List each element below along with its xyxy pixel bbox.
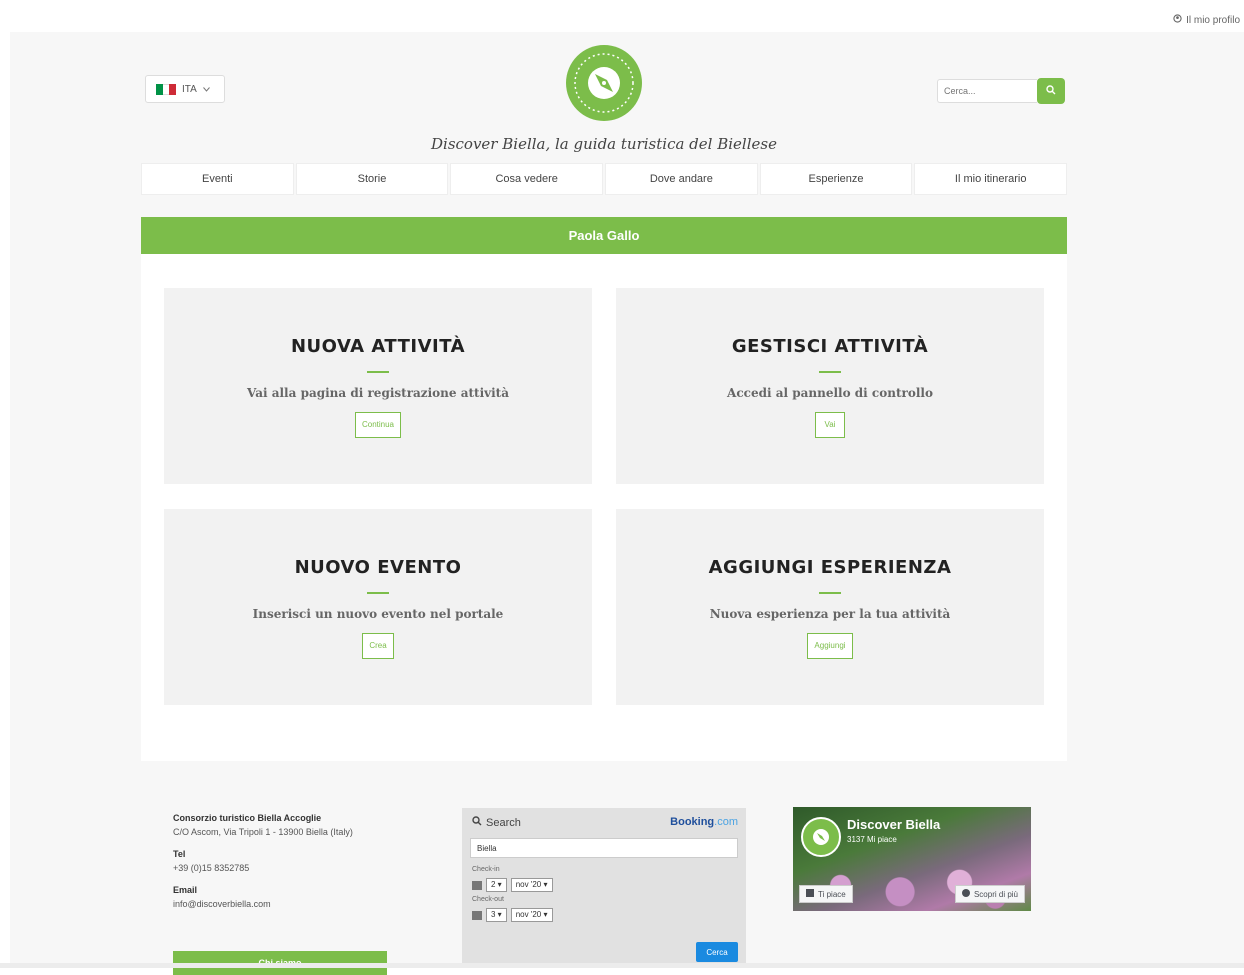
email-label: Email <box>173 885 198 895</box>
go-button[interactable]: Vai <box>815 412 845 438</box>
search-icon <box>1046 82 1056 100</box>
booking-search-label: Search <box>486 816 521 829</box>
language-selector[interactable]: ITA <box>145 75 225 103</box>
page-container: ITA Discover Biella, la guida turistica … <box>10 32 1244 975</box>
org-address: C/O Ascom, Via Tripoli 1 - 13900 Biella … <box>173 827 353 837</box>
user-icon <box>1173 14 1182 26</box>
nav-item-itinerario[interactable]: Il mio itinerario <box>914 163 1068 195</box>
create-button[interactable]: Crea <box>362 633 394 659</box>
booking-logo: Booking.com <box>670 816 738 829</box>
checkin-label: Check-in <box>472 866 500 873</box>
booking-brand-suffix: .com <box>714 816 738 828</box>
checkin-month-select[interactable]: nov '20 ▾ <box>510 878 553 892</box>
card-nuovo-evento: NUOVO EVENTO Inserisci un nuovo evento n… <box>164 509 592 705</box>
card-text: Vai alla pagina di registrazione attivit… <box>247 386 509 400</box>
italy-flag-icon <box>156 83 177 95</box>
booking-search-button[interactable]: Cerca <box>696 942 738 962</box>
facebook-learn-more-button[interactable]: Scopri di più <box>954 885 1025 903</box>
site-tagline: Discover Biella, la guida turistica del … <box>431 135 777 153</box>
nav-item-eventi[interactable]: Eventi <box>141 163 294 195</box>
email-link[interactable]: info@discoverbiella.com <box>173 897 403 911</box>
checkin-day-select[interactable]: 2 ▾ <box>486 878 507 892</box>
chevron-down-icon <box>202 84 210 95</box>
checkin-month-value: nov '20 <box>515 880 542 889</box>
search-icon <box>472 816 482 829</box>
checkout-day-select[interactable]: 3 ▾ <box>486 908 507 922</box>
card-text: Accedi al pannello di controllo <box>727 386 933 400</box>
facebook-avatar[interactable] <box>801 817 841 857</box>
card-title: GESTISCI ATTIVITÀ <box>731 336 929 357</box>
booking-widget: Search Booking.com Biella Check-in 2 ▾ n… <box>462 808 746 968</box>
calendar-icon[interactable] <box>472 880 482 890</box>
booking-brand: Booking <box>670 816 715 828</box>
search-box <box>937 78 1067 104</box>
tel-value: +39 (0)15 8352785 <box>173 863 250 873</box>
divider <box>819 592 841 594</box>
nav-item-cosa-vedere[interactable]: Cosa vedere <box>450 163 604 195</box>
add-button[interactable]: Aggiungi <box>807 633 853 659</box>
main-nav: Eventi Storie Cosa vedere Dove andare Es… <box>141 163 1068 195</box>
nav-item-esperienze[interactable]: Esperienze <box>759 163 913 195</box>
site-footer: Consorzio turistico Biella Accoglie C/O … <box>10 792 1244 975</box>
card-text: Inserisci un nuovo evento nel portale <box>252 607 504 621</box>
card-title: AGGIUNGI ESPERIENZA <box>708 557 952 578</box>
site-header: ITA Discover Biella, la guida turistica … <box>141 32 1067 162</box>
card-gestisci-attivita: GESTISCI ATTIVITÀ Accedi al pannello di … <box>616 288 1044 484</box>
search-input[interactable] <box>937 79 1037 103</box>
card-aggiungi-esperienza: AGGIUNGI ESPERIENZA Nuova esperienza per… <box>616 509 1044 705</box>
page-title: Paola Gallo <box>141 217 1067 254</box>
profile-label: Il mio profilo <box>1186 14 1240 26</box>
card-nuova-attivita: NUOVA ATTIVITÀ Vai alla pagina di regist… <box>164 288 592 484</box>
learn-more-label: Scopri di più <box>973 889 1018 899</box>
info-icon <box>961 889 970 899</box>
checkout-month-select[interactable]: nov '20 ▾ <box>510 908 553 922</box>
checkin-day-value: 2 <box>491 880 496 889</box>
checkout-month-value: nov '20 <box>515 910 542 919</box>
facebook-page-name[interactable]: Discover Biella <box>847 817 940 832</box>
card-text: Nuova esperienza per la tua attività <box>709 607 951 621</box>
tel-label: Tel <box>173 849 186 859</box>
contact-info: Consorzio turistico Biella Accoglie C/O … <box>173 811 403 975</box>
divider <box>367 371 389 373</box>
destination-input[interactable]: Biella <box>470 838 738 858</box>
continue-button[interactable]: Continua <box>354 412 402 438</box>
nav-item-dove-andare[interactable]: Dove andare <box>605 163 758 195</box>
facebook-page-widget[interactable]: Discover Biella 3137 Mi piace Ti piace S… <box>793 807 1031 911</box>
divider <box>819 371 841 373</box>
calendar-icon[interactable] <box>472 910 482 920</box>
profile-link[interactable]: Il mio profilo <box>1173 14 1240 26</box>
language-label: ITA <box>182 83 197 95</box>
org-name: Consorzio turistico Biella Accoglie <box>173 813 322 823</box>
facebook-like-icon <box>806 889 814 899</box>
nav-item-storie[interactable]: Storie <box>295 163 449 195</box>
search-button[interactable] <box>1037 78 1065 104</box>
facebook-likes: 3137 Mi piace <box>847 835 897 844</box>
like-label: Ti piace <box>818 889 846 899</box>
divider <box>367 592 389 594</box>
compass-logo[interactable] <box>566 45 642 121</box>
checkout-day-value: 3 <box>491 910 496 919</box>
bottom-edge <box>0 963 1244 968</box>
checkout-label: Check-out <box>472 896 504 903</box>
card-title: NUOVA ATTIVITÀ <box>290 336 466 357</box>
dashboard-panel: Paola Gallo NUOVA ATTIVITÀ Vai alla pagi… <box>141 217 1067 761</box>
facebook-like-button[interactable]: Ti piace <box>799 885 853 903</box>
card-title: NUOVO EVENTO <box>294 557 462 578</box>
